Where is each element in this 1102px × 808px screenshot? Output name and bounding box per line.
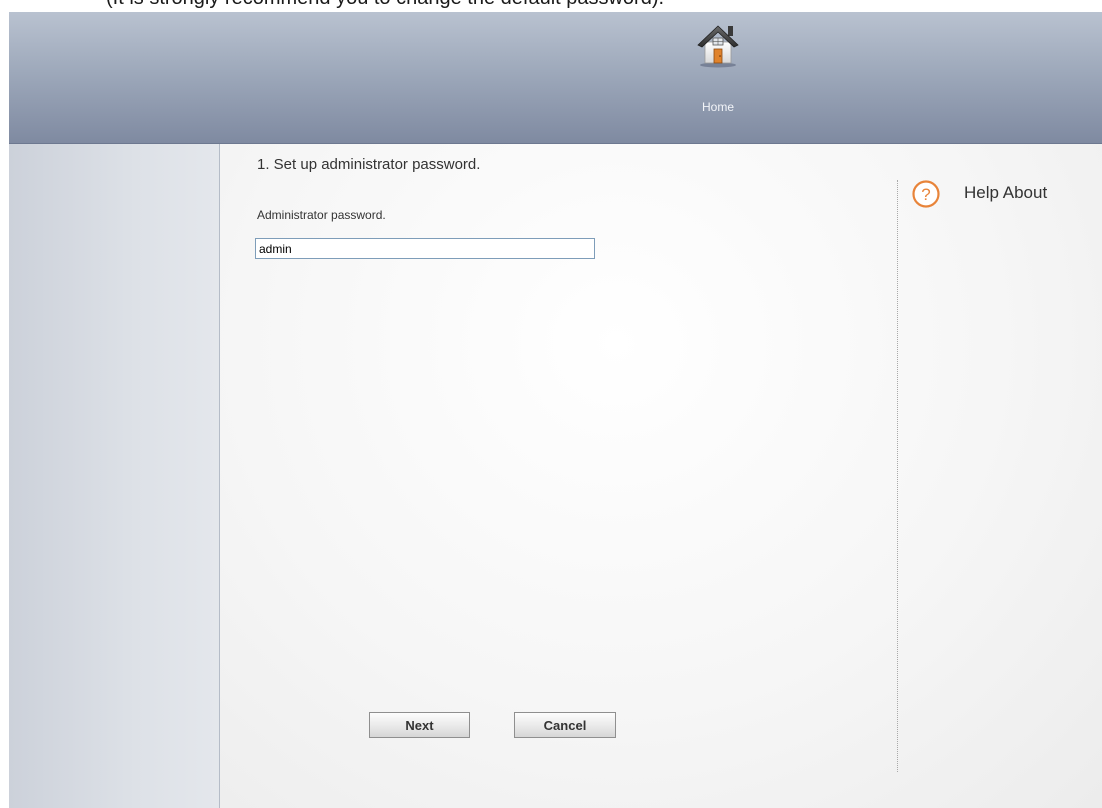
home-label: Home (701, 100, 734, 114)
top-note-text: (It is strongly recommend you to change … (106, 0, 664, 10)
password-label: Administrator password. (257, 208, 386, 222)
header-bar (9, 12, 1102, 144)
cancel-button[interactable]: Cancel (514, 712, 616, 738)
svg-text:?: ? (921, 185, 930, 204)
password-input[interactable] (255, 238, 595, 259)
help-divider (897, 180, 898, 772)
home-nav-button[interactable]: Home (686, 20, 750, 114)
sidebar (9, 144, 220, 808)
next-button[interactable]: Next (369, 712, 470, 738)
top-note-fragment: (It is strongly recommend you to change … (0, 0, 1102, 12)
home-icon (697, 25, 739, 68)
step-title: 1. Set up administrator password. (257, 156, 481, 173)
help-about-link[interactable]: Help About (964, 183, 1047, 203)
help-icon[interactable]: ? (911, 179, 941, 209)
